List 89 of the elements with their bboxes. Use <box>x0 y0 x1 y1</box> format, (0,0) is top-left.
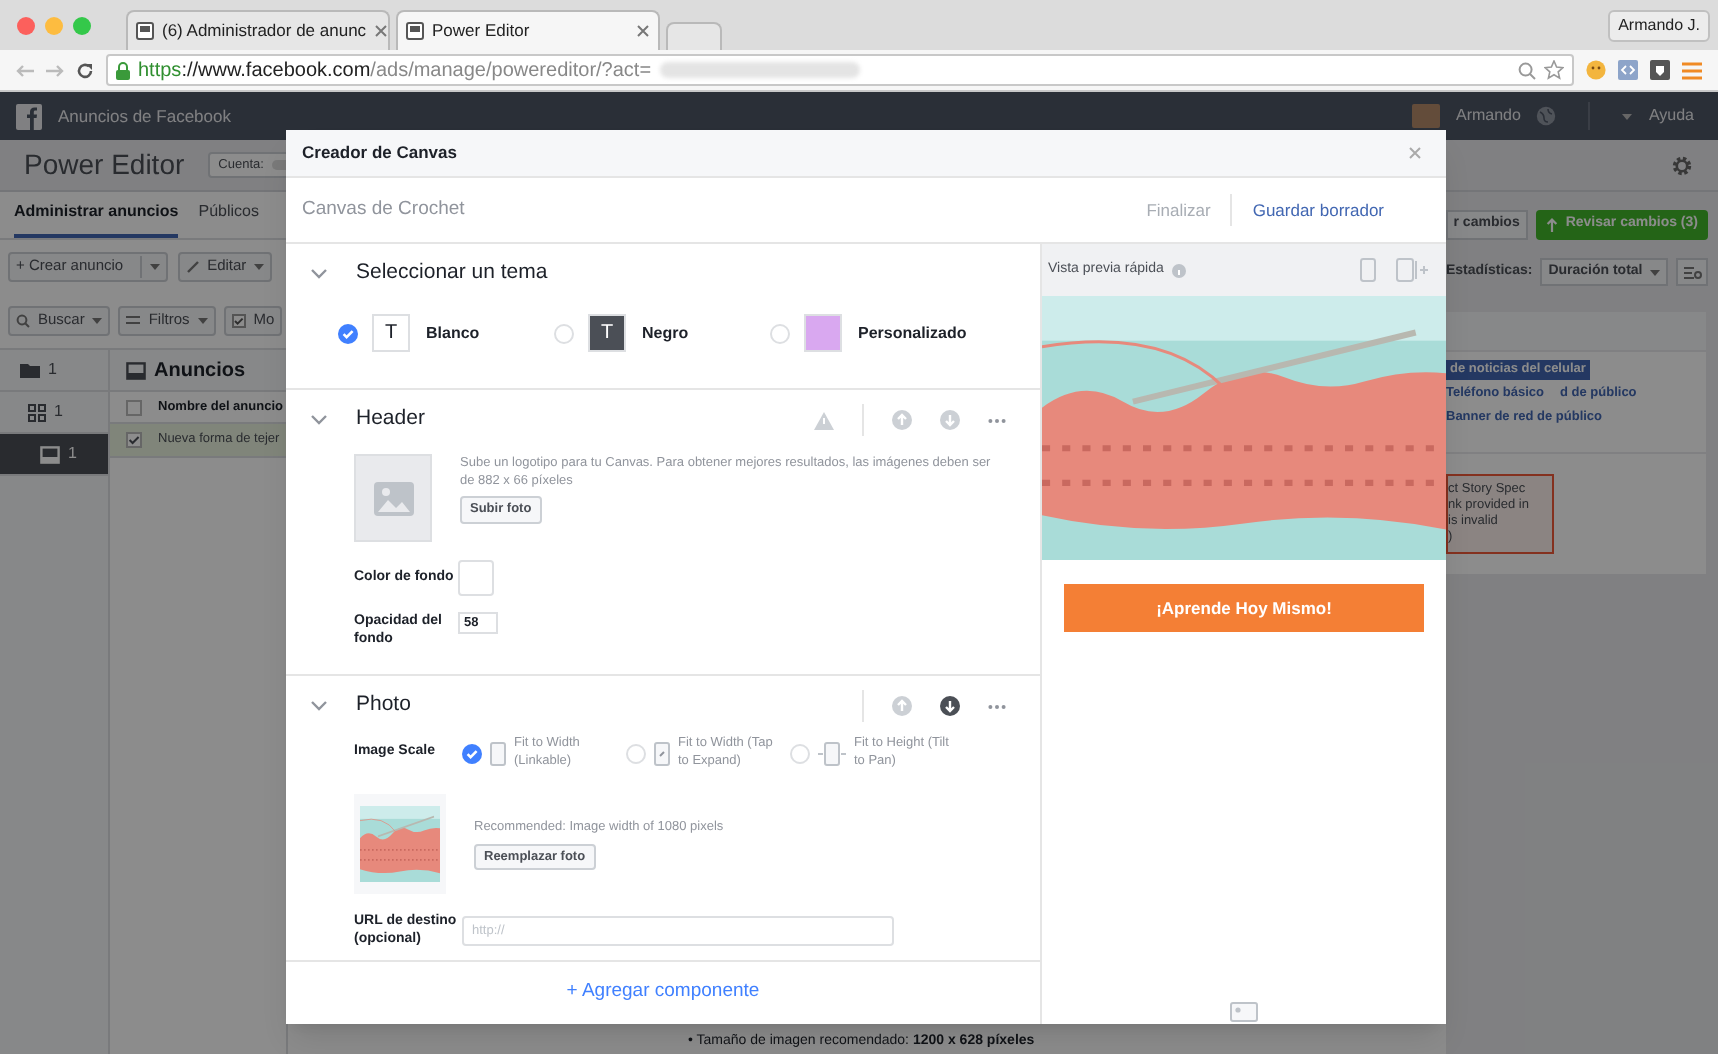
window-controls-icon[interactable] <box>16 15 96 35</box>
chevron-down-icon[interactable] <box>310 414 328 426</box>
page-icon <box>406 22 424 40</box>
close-icon[interactable] <box>636 24 650 38</box>
caret-icon[interactable] <box>1622 113 1633 119</box>
browser-tab[interactable]: (6) Administrador de anunc <box>126 10 390 50</box>
page-title: Power Editor <box>24 146 185 184</box>
more-icon[interactable] <box>988 703 1006 709</box>
radio-button[interactable] <box>554 323 574 343</box>
tab[interactable]: Públicos <box>198 200 259 238</box>
search-icon <box>16 313 30 327</box>
ad-icon <box>126 361 146 379</box>
smiley-extension-icon[interactable] <box>1586 60 1606 80</box>
menu-icon[interactable] <box>1682 61 1702 79</box>
radio-button[interactable] <box>770 323 790 343</box>
columns-button[interactable] <box>1676 258 1708 286</box>
settings-icon[interactable] <box>1670 153 1694 177</box>
folder-icon <box>20 362 40 378</box>
warning-icon <box>814 411 834 429</box>
phone-icon[interactable] <box>1360 258 1376 282</box>
phone-icon <box>490 741 506 765</box>
caret-icon <box>1650 269 1661 275</box>
code-extension-icon[interactable] <box>1618 60 1638 80</box>
theme-label[interactable]: Personalizado <box>858 321 967 345</box>
globe-icon[interactable] <box>1536 106 1557 126</box>
caret-icon <box>149 263 160 269</box>
radio-button[interactable] <box>790 743 810 763</box>
pencil-icon <box>185 259 200 273</box>
caret-icon <box>197 317 208 323</box>
browser-tab[interactable]: Power Editor <box>396 10 660 50</box>
theme-swatch[interactable] <box>804 314 842 352</box>
close-icon[interactable] <box>1408 146 1422 160</box>
help-link[interactable]: Ayuda <box>1648 104 1694 128</box>
page-icon <box>136 22 154 40</box>
columns-icon <box>1683 265 1702 279</box>
lock-icon <box>116 61 130 79</box>
tree-item[interactable]: 1 <box>0 434 108 476</box>
dialog-action[interactable]: Guardar borrador <box>1252 197 1384 223</box>
photo-placeholder <box>360 806 440 882</box>
app-title: Anuncios de Facebook <box>58 103 231 129</box>
avatar-placeholder <box>1411 104 1440 128</box>
profile-button[interactable]: Armando J. <box>1608 9 1710 41</box>
logo-icon[interactable] <box>16 103 42 129</box>
grid-icon <box>28 403 46 421</box>
caret-icon <box>254 263 265 269</box>
info-icon[interactable] <box>1171 263 1186 277</box>
radio-button[interactable] <box>626 743 646 763</box>
back-icon[interactable] <box>16 63 34 77</box>
new-tab-button[interactable] <box>666 22 722 50</box>
user-name[interactable]: Armando <box>1455 104 1521 128</box>
phone-expand-icon[interactable] <box>1396 258 1428 282</box>
close-icon[interactable] <box>374 24 388 38</box>
more-icon[interactable] <box>988 417 1006 423</box>
cta-button[interactable]: ¡Aprende Hoy Mismo! <box>1064 584 1424 632</box>
phone-icon <box>818 741 846 765</box>
theme-swatch[interactable]: T <box>372 314 410 352</box>
reload-icon[interactable] <box>76 61 94 79</box>
zoom-icon[interactable] <box>1518 61 1536 79</box>
section-title: Photo <box>356 690 411 721</box>
arrow-up-icon <box>1545 217 1558 231</box>
chevron-down-icon[interactable] <box>310 268 328 280</box>
color-swatch[interactable] <box>458 560 494 596</box>
checkbox[interactable] <box>126 399 142 415</box>
checkbox[interactable] <box>126 432 142 448</box>
address-bar[interactable]: https://www.facebook.com/ads/manage/powereditor/?act= <box>106 54 1574 86</box>
caret-icon <box>92 317 103 323</box>
theme-label[interactable]: Blanco <box>426 321 480 345</box>
forward-icon[interactable] <box>46 63 64 77</box>
phone-icon <box>654 741 670 765</box>
tab[interactable]: Administrar anuncios <box>14 200 179 238</box>
canvas-name: Canvas de Crochet <box>302 195 465 224</box>
section-title: Seleccionar un tema <box>356 258 548 289</box>
image-icon <box>373 481 413 515</box>
section-title: Header <box>356 404 425 435</box>
radio-button[interactable] <box>338 323 358 343</box>
add-component-link[interactable]: + Agregar componente <box>566 978 760 1008</box>
image-placeholder[interactable] <box>354 454 432 542</box>
star-icon[interactable] <box>1544 60 1564 80</box>
shield-extension-icon[interactable] <box>1650 60 1670 80</box>
theme-label[interactable]: Negro <box>642 321 689 345</box>
move-down-icon[interactable] <box>940 696 960 716</box>
tree-item[interactable]: 1 <box>0 350 108 392</box>
chevron-down-icon[interactable] <box>310 700 328 712</box>
panel-title: Anuncios <box>154 357 246 385</box>
filter-icon <box>126 314 141 326</box>
theme-swatch[interactable]: T <box>588 314 626 352</box>
ad-icon <box>40 445 60 463</box>
check-icon <box>231 313 246 327</box>
radio-button[interactable] <box>462 743 482 763</box>
